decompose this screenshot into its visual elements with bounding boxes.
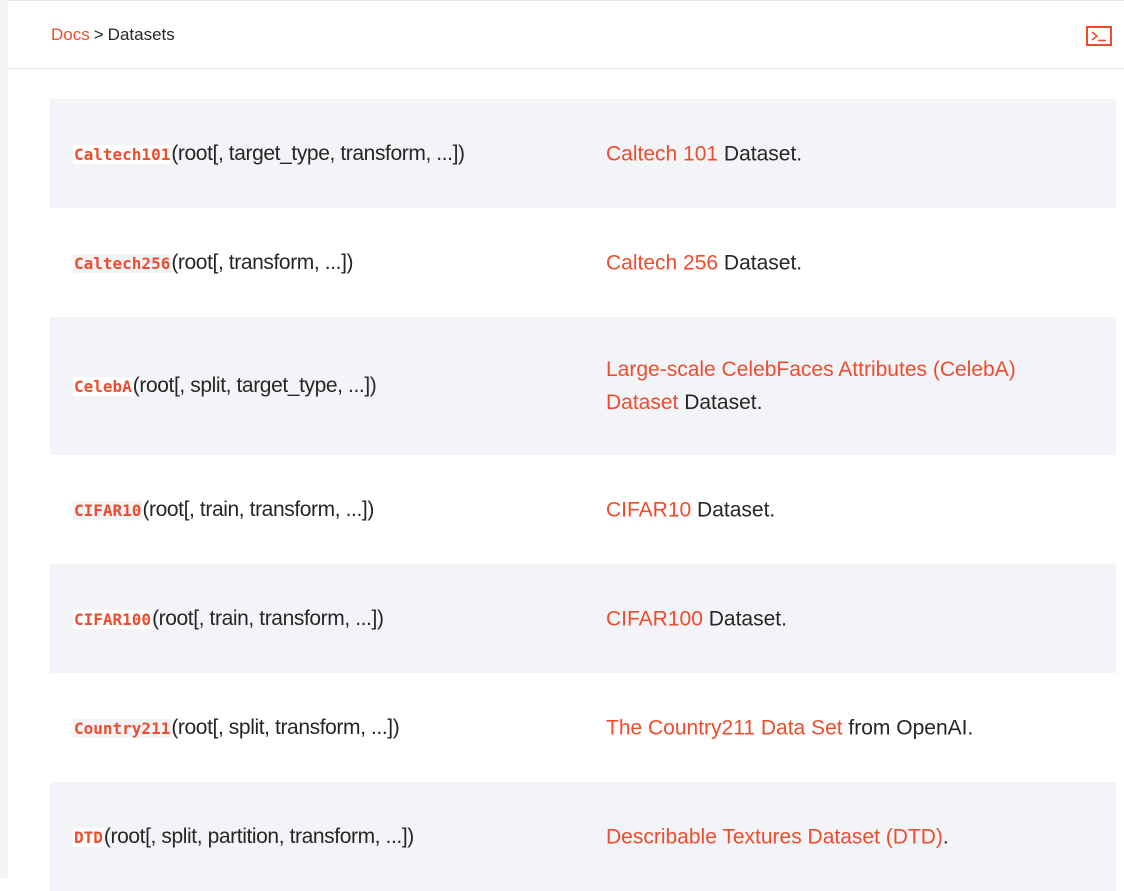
dataset-link[interactable]: The Country211 Data Set bbox=[606, 716, 843, 739]
dataset-link[interactable]: Describable Textures Dataset (DTD) bbox=[606, 825, 943, 848]
dataset-args: (root[, train, transform, ...]) bbox=[152, 606, 384, 630]
dataset-class-link[interactable]: CIFAR10 bbox=[73, 500, 143, 520]
dataset-description-suffix: Dataset. bbox=[718, 142, 803, 165]
dataset-args: (root[, target_type, transform, ...]) bbox=[171, 141, 465, 165]
dataset-class-link[interactable]: CelebA bbox=[73, 377, 133, 396]
dataset-signature: CIFAR100(root[, train, transform, ...]) bbox=[73, 607, 384, 631]
dataset-class-link[interactable]: Caltech256 bbox=[73, 253, 172, 273]
dataset-link[interactable]: Caltech 101 bbox=[606, 142, 718, 165]
dataset-description-suffix: Dataset. bbox=[691, 498, 776, 521]
table-row: CIFAR10(root[, train, transform, ...]) C… bbox=[50, 455, 1116, 564]
dataset-signature: CelebA(root[, split, target_type, ...]) bbox=[73, 374, 377, 398]
dataset-args: (root[, split, transform, ...]) bbox=[171, 715, 400, 739]
dataset-description: CIFAR10 Dataset. bbox=[606, 493, 1056, 526]
terminal-button[interactable] bbox=[1086, 26, 1112, 46]
dataset-link[interactable]: Caltech 256 bbox=[606, 251, 718, 274]
left-rail bbox=[0, 0, 8, 878]
dataset-class-link[interactable]: Country211 bbox=[73, 718, 172, 738]
dataset-args: (root[, transform, ...]) bbox=[171, 250, 354, 274]
table-row: Caltech101(root[, target_type, transform… bbox=[50, 99, 1116, 208]
breadcrumb-separator: > bbox=[93, 25, 104, 44]
dataset-description: Caltech 256 Dataset. bbox=[606, 246, 1056, 279]
dataset-link[interactable]: Large-scale CelebFaces Attributes (Celeb… bbox=[606, 358, 1016, 414]
dataset-signature: DTD(root[, split, partition, transform, … bbox=[73, 825, 414, 849]
dataset-signature: Caltech101(root[, target_type, transform… bbox=[73, 142, 465, 166]
dataset-args: (root[, split, partition, transform, ...… bbox=[103, 824, 414, 848]
table-row: CIFAR100(root[, train, transform, ...]) … bbox=[50, 564, 1116, 673]
dataset-description-suffix: Dataset. bbox=[678, 391, 763, 414]
dataset-description-suffix: Dataset. bbox=[718, 251, 803, 274]
table-row: Country211(root[, split, transform, ...]… bbox=[50, 673, 1116, 782]
dataset-signature: Caltech256(root[, transform, ...]) bbox=[73, 250, 354, 275]
dataset-args: (root[, train, transform, ...]) bbox=[142, 497, 374, 521]
dataset-args: (root[, split, target_type, ...]) bbox=[132, 374, 377, 397]
datasets-table: Caltech101(root[, target_type, transform… bbox=[50, 99, 1116, 891]
dataset-description: The Country211 Data Set from OpenAI. bbox=[606, 711, 1056, 744]
breadcrumb: Docs > Datasets bbox=[51, 25, 175, 45]
page-header: Docs > Datasets bbox=[8, 1, 1124, 69]
dataset-class-link[interactable]: Caltech101 bbox=[73, 144, 172, 164]
dataset-signature: CIFAR10(root[, train, transform, ...]) bbox=[73, 498, 374, 522]
dataset-link[interactable]: CIFAR10 bbox=[606, 498, 691, 521]
terminal-icon bbox=[1091, 31, 1106, 42]
dataset-description: Caltech 101 Dataset. bbox=[606, 137, 1056, 170]
dataset-link[interactable]: CIFAR100 bbox=[606, 607, 703, 630]
dataset-class-link[interactable]: CIFAR100 bbox=[73, 609, 153, 629]
dataset-description: Large-scale CelebFaces Attributes (Celeb… bbox=[606, 353, 1056, 419]
dataset-class-link[interactable]: DTD bbox=[73, 827, 104, 847]
table-row: CelebA(root[, split, target_type, ...]) … bbox=[50, 317, 1116, 455]
table-row: Caltech256(root[, transform, ...]) Calte… bbox=[50, 208, 1116, 317]
breadcrumb-current: Datasets bbox=[107, 25, 175, 44]
breadcrumb-docs-link[interactable]: Docs bbox=[51, 25, 90, 44]
dataset-signature: Country211(root[, split, transform, ...]… bbox=[73, 715, 400, 740]
dataset-description-suffix: from OpenAI. bbox=[842, 716, 974, 739]
dataset-description-suffix: Dataset. bbox=[702, 607, 787, 630]
dataset-description: Describable Textures Dataset (DTD). bbox=[606, 820, 1056, 853]
dataset-description: CIFAR100 Dataset. bbox=[606, 602, 1056, 635]
table-row: DTD(root[, split, partition, transform, … bbox=[50, 782, 1116, 891]
dataset-description-suffix: . bbox=[942, 825, 949, 848]
